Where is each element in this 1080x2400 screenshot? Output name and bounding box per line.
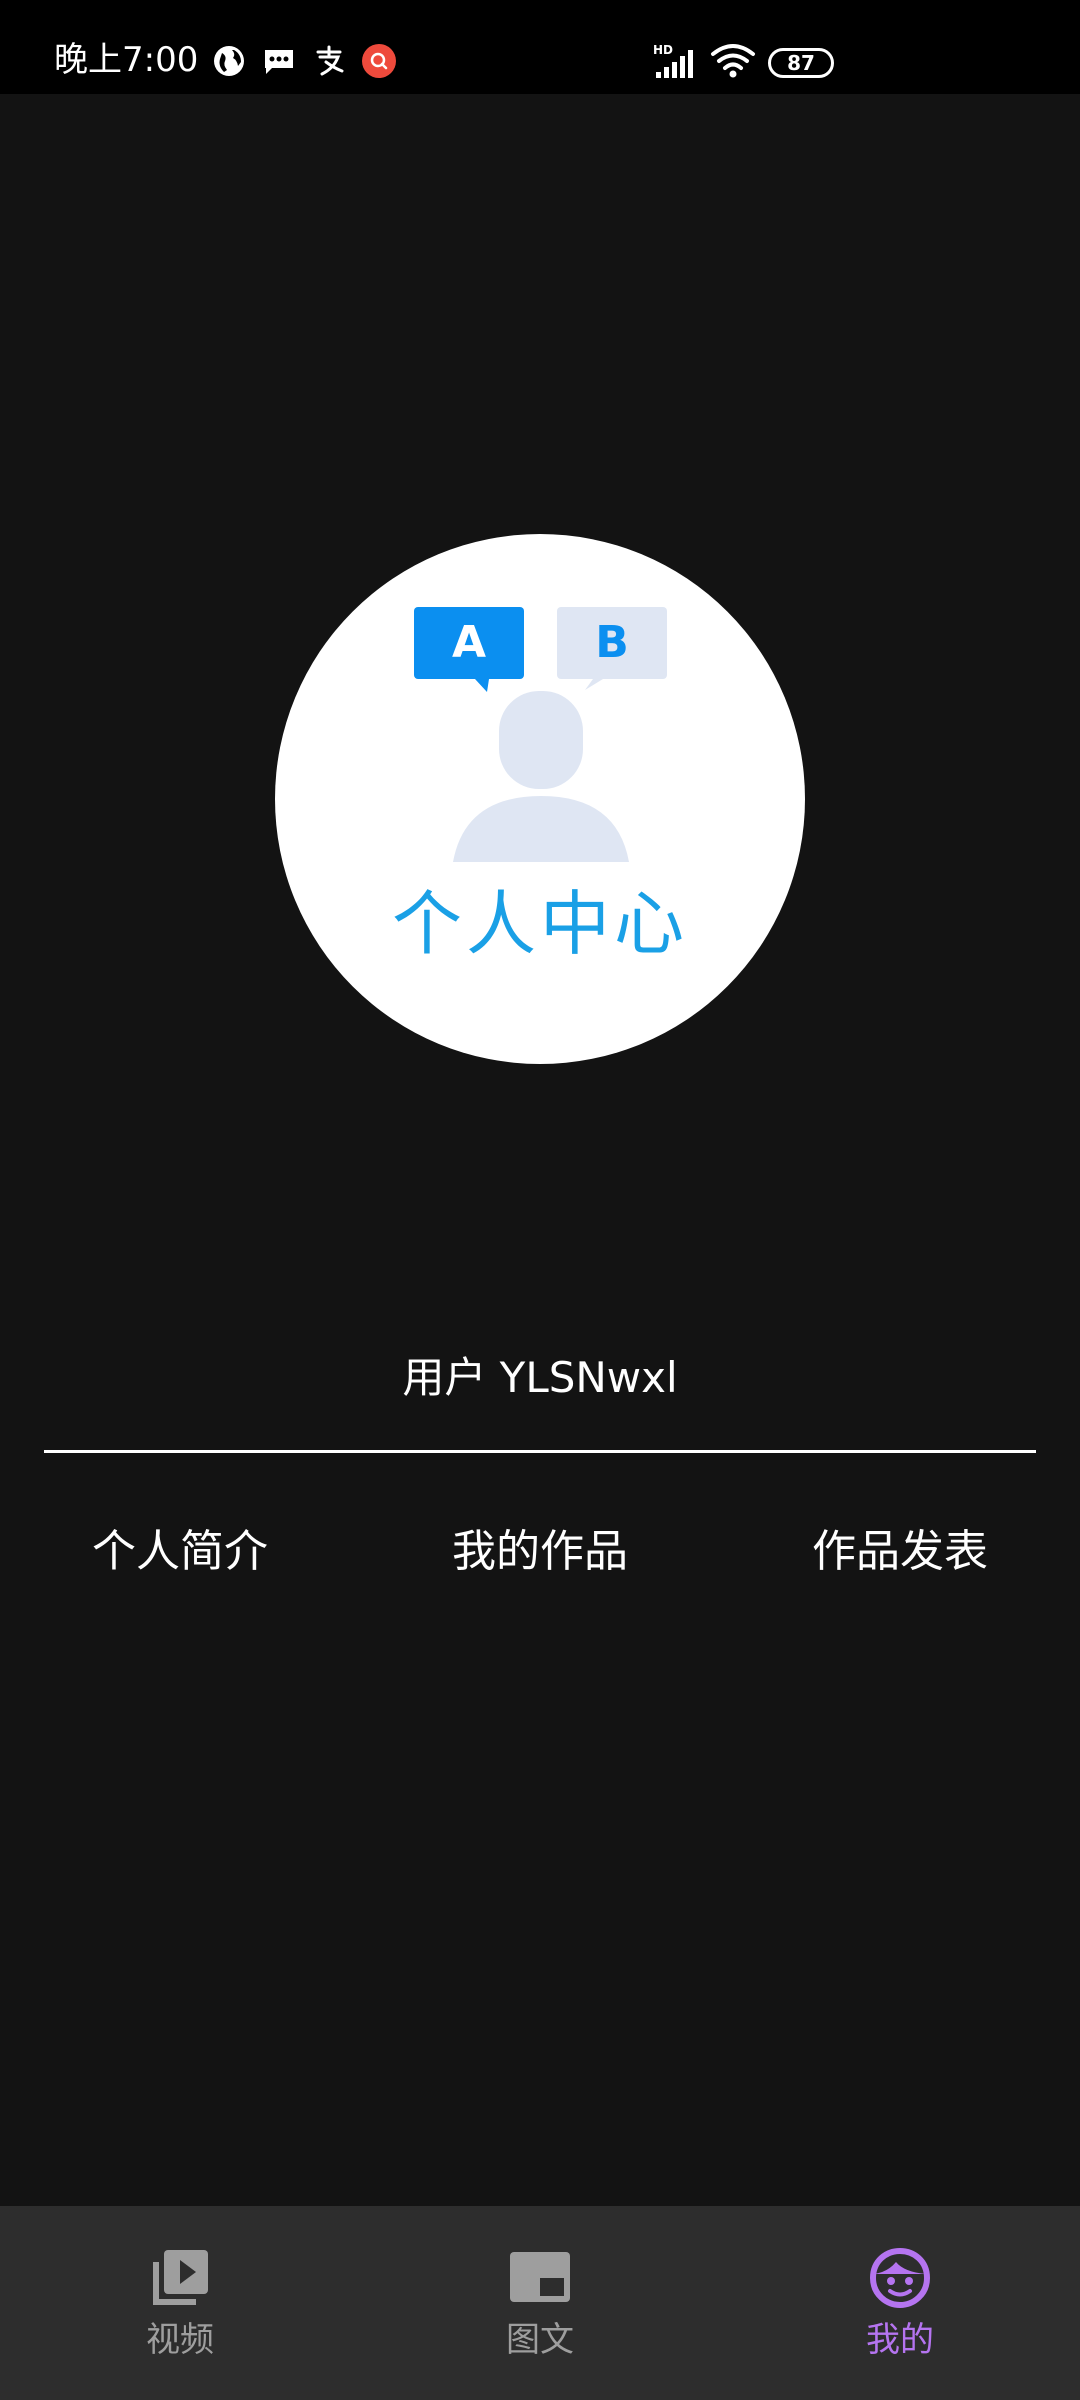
avatar[interactable]: A B 个人中心: [275, 534, 805, 1064]
divider: [44, 1450, 1036, 1453]
nav-label-video: 视频: [146, 2320, 214, 2360]
face-icon: [870, 2248, 930, 2308]
menu-my-works[interactable]: 我的作品: [390, 1520, 690, 1584]
profile-menu: 个人简介 我的作品 作品发表: [0, 1520, 1080, 1584]
nav-label-mine: 我的: [866, 2320, 934, 2360]
bottom-nav: 视频 图文 我的: [0, 2206, 1080, 2400]
battery-icon: 87: [768, 48, 834, 78]
wifi-icon: [711, 44, 755, 78]
globe-icon: [214, 46, 244, 76]
alipay-icon: [316, 45, 344, 76]
nav-tab-mine[interactable]: 我的: [720, 2206, 1080, 2400]
hd-signal-icon: HD: [653, 43, 693, 78]
nav-tab-video[interactable]: 视频: [0, 2206, 360, 2400]
badge-a: A: [451, 617, 487, 668]
menu-personal-intro[interactable]: 个人简介: [30, 1520, 330, 1584]
nav-tab-pictext[interactable]: 图文: [360, 2206, 720, 2400]
menu-publish-work[interactable]: 作品发表: [750, 1520, 1050, 1584]
video-library-icon: [153, 2250, 208, 2305]
profile-illustration: [414, 607, 667, 862]
picture-in-picture-icon: [510, 2252, 570, 2302]
message-icon: [265, 50, 293, 74]
username: 用户 YLSNwxl: [402, 1353, 678, 1402]
svg-text:HD: HD: [653, 43, 673, 57]
badge-b: B: [595, 617, 629, 668]
search-app-icon: [362, 44, 396, 78]
nav-label-pictext: 图文: [506, 2320, 574, 2360]
status-time: 晚上7:00: [54, 40, 199, 80]
avatar-caption: 个人中心: [392, 883, 688, 965]
status-bar: 晚上7:00 HD 87: [0, 0, 1080, 94]
